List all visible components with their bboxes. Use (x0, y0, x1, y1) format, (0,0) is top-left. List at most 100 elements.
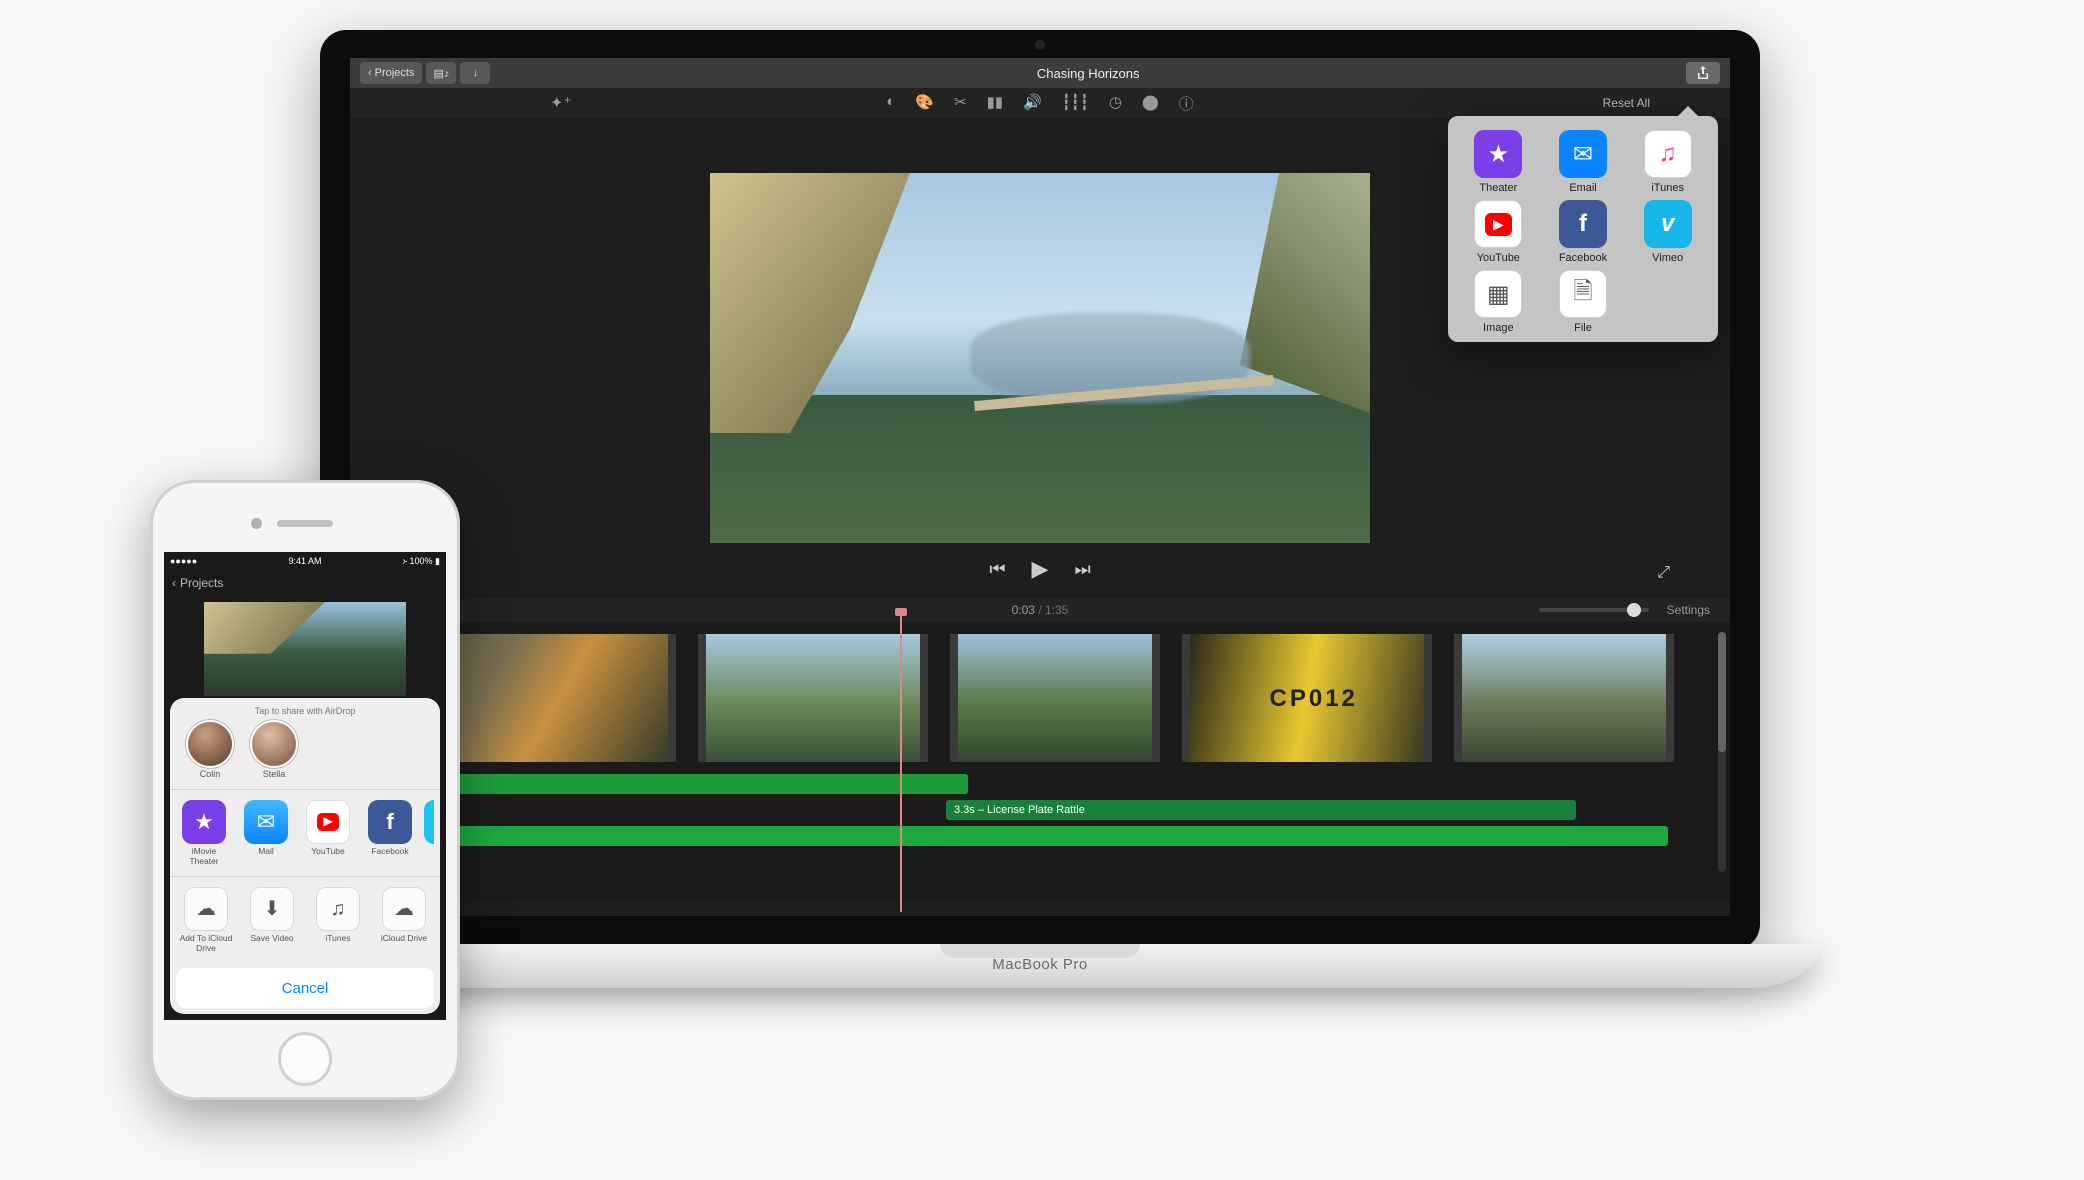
titlebar: ‹ Projects ▤♪ ↓ Chasing Horizons (350, 58, 1730, 88)
magic-wand-icon[interactable]: ✦⁺ (550, 93, 572, 113)
music-track[interactable] (368, 826, 1668, 846)
facebook-icon: f (1559, 200, 1607, 248)
battery-readout: 100% (410, 556, 433, 566)
share-button[interactable] (1686, 62, 1720, 84)
fullscreen-button[interactable]: ⤢ (1657, 564, 1670, 582)
app-label: YouTube (300, 847, 356, 857)
share-file[interactable]: 🗎 File (1543, 270, 1624, 334)
timeline-zoom-slider[interactable] (1539, 608, 1649, 612)
library-toggle-button[interactable]: ▤♪ (426, 62, 456, 84)
status-right: ᚛ 100% ▮ (402, 556, 440, 567)
status-bar: ●●●●● 9:41 AM ᚛ 100% ▮ (164, 552, 446, 570)
next-button[interactable]: ⏭ (1074, 559, 1090, 580)
library-icon: ▤♪ (433, 67, 449, 80)
share-label: File (1543, 322, 1624, 334)
cancel-button[interactable]: Cancel (176, 968, 434, 1008)
color-correction-icon[interactable]: 🎨 (915, 93, 934, 114)
transport-controls: ⏮ ▶ ⏭ (989, 556, 1090, 582)
action-icloud-drive[interactable]: ☁ iCloud Drive (374, 887, 434, 954)
facebook-icon: f (368, 800, 412, 844)
time-current: 0:03 (1012, 603, 1035, 617)
timeline-scrollbar[interactable] (1718, 632, 1726, 872)
itunes-icon: ♫ (316, 887, 360, 931)
share-facebook[interactable]: f Facebook (1543, 200, 1624, 264)
app-label: Facebook (362, 847, 418, 857)
project-thumbnail[interactable] (204, 602, 406, 696)
info-icon[interactable]: ⓘ (1179, 93, 1194, 114)
airdrop-contact[interactable]: Colin (188, 722, 232, 779)
action-label: iTunes (308, 934, 368, 944)
app-label: iMovie Theater (176, 847, 232, 867)
home-button[interactable] (278, 1032, 332, 1086)
youtube-icon: ▶ (1474, 200, 1522, 248)
mail-icon: ✉ (244, 800, 288, 844)
share-vimeo[interactable]: v Vimeo (1627, 200, 1708, 264)
play-button[interactable]: ▶ (1032, 556, 1049, 582)
cloud-icon: ☁ (382, 887, 426, 931)
settings-button[interactable]: Settings (1667, 603, 1710, 617)
timeline[interactable]: 3.3s – License Plate Rattle (350, 622, 1730, 902)
share-app-mail[interactable]: ✉ Mail (238, 800, 294, 867)
contact-name: Stella (252, 769, 296, 779)
action-label: Add To iCloud Drive (176, 934, 236, 954)
airdrop-contact[interactable]: Stella (252, 722, 296, 779)
share-youtube[interactable]: ▶ YouTube (1458, 200, 1539, 264)
share-apps-row[interactable]: ★ iMovie Theater ✉ Mail ▶ YouTube f Face… (170, 792, 440, 875)
action-itunes[interactable]: ♫ iTunes (308, 887, 368, 954)
share-app-youtube[interactable]: ▶ YouTube (300, 800, 356, 867)
share-sheet: Tap to share with AirDrop Colin Stella ★… (170, 698, 440, 1014)
playhead[interactable] (900, 612, 902, 912)
share-app-imovie-theater[interactable]: ★ iMovie Theater (176, 800, 232, 867)
share-label: Email (1543, 182, 1624, 194)
titlebar-left-group: ‹ Projects ▤♪ ↓ (360, 62, 490, 84)
file-icon: 🗎 (1559, 270, 1607, 318)
time-readout: 0:03 / 1:35 (1012, 603, 1069, 617)
back-label: Projects (375, 67, 415, 79)
timeline-clip[interactable] (698, 634, 928, 762)
action-add-to-icloud[interactable]: ☁ Add To iCloud Drive (176, 887, 236, 954)
time-total: 1:35 (1045, 603, 1068, 617)
share-label: Vimeo (1627, 252, 1708, 264)
action-save-video[interactable]: ⬇ Save Video (242, 887, 302, 954)
email-icon: ✉ (1559, 130, 1607, 178)
volume-icon[interactable]: 🔊 (1023, 93, 1042, 114)
earpiece (277, 520, 333, 527)
share-popover: ★ Theater ✉ Email ♫ iTunes ▶ YouTube (1448, 116, 1718, 342)
download-icon: ↓ (473, 67, 479, 79)
share-itunes[interactable]: ♫ iTunes (1627, 130, 1708, 194)
speed-icon[interactable]: ◷ (1109, 93, 1122, 114)
vimeo-icon: v (1644, 200, 1692, 248)
stabilize-icon[interactable]: ▮▮ (987, 93, 1004, 114)
preview-frame[interactable] (710, 173, 1370, 543)
device-label: MacBook Pro (992, 956, 1088, 973)
nav-bar: ‹ Projects (164, 570, 446, 596)
macbook-base: MacBook Pro (260, 944, 1820, 988)
audio-clip-label: 3.3s – License Plate Rattle (954, 800, 1085, 820)
share-app-facebook[interactable]: f Facebook (362, 800, 418, 867)
timeline-clip[interactable] (1182, 634, 1432, 762)
prev-button[interactable]: ⏮ (989, 559, 1005, 580)
share-image[interactable]: ▦ Image (1458, 270, 1539, 334)
video-track[interactable] (366, 634, 1714, 764)
timeline-clip[interactable] (1454, 634, 1674, 762)
filter-icon[interactable]: ⬤ (1142, 93, 1159, 114)
audio-clip-selected[interactable]: 3.3s – License Plate Rattle (946, 800, 1576, 820)
macbook: ‹ Projects ▤♪ ↓ Chasing Horizons (260, 30, 1820, 1100)
reset-all-button[interactable]: Reset All (1603, 96, 1650, 110)
chevron-left-icon[interactable]: ‹ (172, 576, 176, 590)
equalizer-icon[interactable]: ┇┇┇ (1062, 93, 1089, 114)
battery-icon: ▮ (435, 556, 440, 566)
more-apps-peek[interactable] (424, 800, 434, 844)
timeline-clip[interactable] (950, 634, 1160, 762)
theater-icon: ★ (1474, 130, 1522, 178)
nav-back-button[interactable]: Projects (180, 576, 223, 590)
import-button[interactable]: ↓ (460, 62, 490, 84)
back-to-projects-button[interactable]: ‹ Projects (360, 62, 422, 84)
iphone-screen: ●●●●● 9:41 AM ᚛ 100% ▮ ‹ Projects Tap to… (164, 552, 446, 1020)
airdrop-row: Colin Stella (170, 722, 440, 787)
color-balance-icon[interactable]: ◐ (886, 93, 895, 114)
share-theater[interactable]: ★ Theater (1458, 130, 1539, 194)
share-actions-row[interactable]: ☁ Add To iCloud Drive ⬇ Save Video ♫ iTu… (170, 879, 440, 962)
share-email[interactable]: ✉ Email (1543, 130, 1624, 194)
crop-icon[interactable]: ✂ (954, 93, 967, 114)
